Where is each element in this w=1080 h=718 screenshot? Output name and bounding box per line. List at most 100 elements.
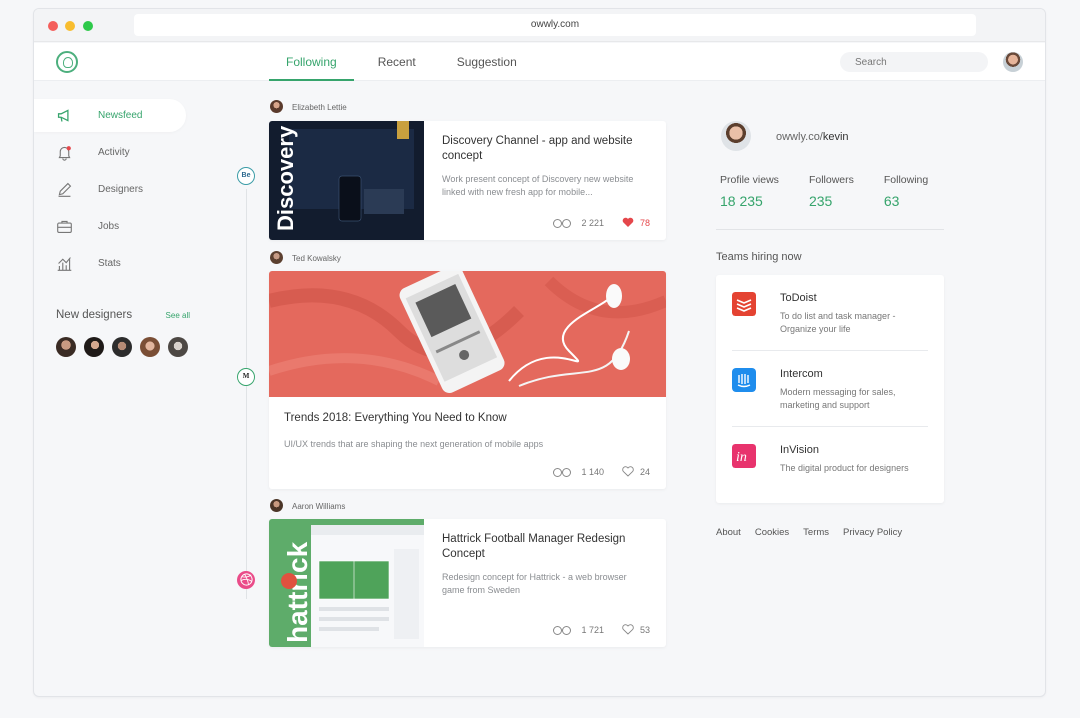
team-item-invision[interactable]: in InVision The digital product for desi… (732, 427, 928, 503)
team-item-todoist[interactable]: ToDoist To do list and task manager - Or… (732, 275, 928, 351)
medium-badge-icon: M (237, 368, 255, 386)
post-thumbnail: hattrick (269, 519, 424, 647)
designer-avatar[interactable] (112, 337, 132, 357)
sidebar-item-stats[interactable]: Stats (34, 247, 186, 280)
views-count: 2 221 (581, 217, 604, 228)
dribbble-icon (239, 573, 253, 586)
team-name: InVision (780, 444, 819, 456)
tab-recent[interactable]: Recent (361, 43, 433, 81)
stat-following[interactable]: Following 63 (884, 174, 928, 209)
user-avatar[interactable] (1003, 52, 1023, 72)
browser-window: owwly.com Following Recent Suggestion Ne… (33, 8, 1046, 697)
sidebar: Newsfeed Activity Designers Jobs Stats (34, 99, 224, 284)
pencil-icon (58, 182, 72, 197)
heart-outline-icon[interactable] (622, 624, 634, 635)
intercom-logo-icon (732, 368, 756, 392)
post-author[interactable]: Aaron Williams (270, 499, 346, 512)
stat-value: 63 (883, 193, 900, 209)
profile-stats: Profile views 18 235 Followers 235 Follo… (720, 174, 960, 209)
footer-link-terms[interactable]: Terms (803, 527, 829, 538)
author-name: Ted Kowalsky (292, 254, 341, 263)
views-count: 1 721 (581, 624, 604, 635)
tab-suggestion[interactable]: Suggestion (440, 43, 534, 81)
post-author[interactable]: Ted Kowalsky (270, 251, 341, 264)
footer-link-cookies[interactable]: Cookies (755, 527, 789, 538)
stat-label: Following (883, 174, 929, 186)
views-icon (553, 625, 572, 635)
post-title: Discovery Channel - app and website conc… (442, 135, 633, 162)
team-item-intercom[interactable]: Intercom Modern messaging for sales, mar… (732, 351, 928, 427)
footer-link-about[interactable]: About (716, 527, 741, 538)
team-name: Intercom (780, 368, 823, 380)
designer-avatar[interactable] (56, 337, 76, 357)
sidebar-item-label: Stats (98, 258, 121, 269)
likes-count: 78 (639, 217, 650, 228)
sidebar-item-label: Jobs (98, 221, 120, 232)
svg-text:hattrick: hattrick (282, 541, 313, 643)
heart-outline-icon[interactable] (622, 466, 634, 477)
divider (716, 229, 944, 230)
stat-followers[interactable]: Followers 235 (809, 174, 854, 209)
sidebar-item-newsfeed[interactable]: Newsfeed (34, 99, 186, 132)
profile-avatar[interactable] (721, 121, 751, 151)
owwly-logo-icon[interactable] (56, 51, 78, 73)
post-description: UI/UX trends that are shaping the next g… (284, 439, 544, 449)
post-cover-image (269, 271, 666, 397)
address-bar[interactable]: owwly.com (134, 14, 976, 36)
briefcase-icon (57, 220, 72, 234)
views-count: 1 140 (581, 466, 604, 477)
post-title: Trends 2018: Everything You Need to Know (284, 412, 507, 424)
team-name: ToDoist (780, 292, 817, 304)
heart-filled-icon[interactable] (622, 217, 634, 228)
stat-value: 18 235 (720, 193, 763, 209)
post-author[interactable]: Elizabeth Lettie (270, 100, 347, 113)
sidebar-item-designers[interactable]: Designers (34, 173, 186, 206)
designer-avatars (56, 337, 196, 357)
sidebar-item-activity[interactable]: Activity (34, 136, 186, 169)
stat-label: Followers (808, 174, 854, 186)
chart-icon (57, 257, 72, 271)
designer-avatar[interactable] (140, 337, 160, 357)
feed-timeline (246, 189, 247, 599)
sidebar-item-label: Activity (98, 147, 130, 158)
search-input[interactable] (840, 52, 988, 72)
author-name: Aaron Williams (292, 502, 346, 511)
feed-card[interactable]: Trends 2018: Everything You Need to Know… (269, 271, 666, 489)
browser-chrome: owwly.com (34, 9, 1045, 42)
post-stats: 1 721 53 (553, 624, 650, 635)
feed-tabs: Following Recent Suggestion (269, 43, 541, 81)
author-name: Elizabeth Lettie (292, 103, 347, 112)
minimize-window-button[interactable] (65, 21, 75, 31)
profile-link-domain: owwly.co/ (776, 131, 823, 143)
behance-badge-icon: Be (237, 167, 255, 185)
invision-logo-icon: in (732, 444, 756, 468)
profile-username: kevin (822, 131, 849, 143)
sidebar-item-jobs[interactable]: Jobs (34, 210, 186, 243)
author-avatar (270, 499, 283, 512)
see-all-link[interactable]: See all (166, 311, 190, 320)
designer-avatar[interactable] (168, 337, 188, 357)
app-header: Following Recent Suggestion (34, 43, 1045, 81)
post-thumbnail: Discovery (269, 121, 424, 240)
post-stats: 1 140 24 (553, 466, 650, 477)
card-body: Trends 2018: Everything You Need to Know… (284, 411, 654, 451)
feed-card[interactable]: hattrick Hattrick Football Manager Redes… (269, 519, 666, 647)
sidebar-item-label: Designers (98, 184, 144, 195)
profile-link[interactable]: owwly.co/kevin (776, 131, 849, 143)
post-description: Redesign concept for Hattrick - a web br… (442, 572, 627, 595)
sidebar-item-label: Newsfeed (98, 110, 143, 121)
close-window-button[interactable] (48, 21, 58, 31)
designer-avatar[interactable] (84, 337, 104, 357)
feed-card[interactable]: Discovery Discovery Channel - app and we… (269, 121, 666, 240)
card-body: Hattrick Football Manager Redesign Conce… (442, 532, 647, 597)
tab-following[interactable]: Following (269, 43, 354, 81)
views-icon (553, 467, 572, 477)
stat-value: 235 (808, 193, 833, 209)
footer-link-privacy[interactable]: Privacy Policy (843, 527, 902, 538)
team-description: The digital product for designers (780, 463, 909, 473)
team-description: To do list and task manager - Organize y… (780, 311, 896, 334)
svg-text:in: in (736, 450, 747, 465)
teams-title: Teams hiring now (716, 251, 802, 263)
todoist-logo-icon (732, 292, 756, 316)
maximize-window-button[interactable] (83, 21, 93, 31)
